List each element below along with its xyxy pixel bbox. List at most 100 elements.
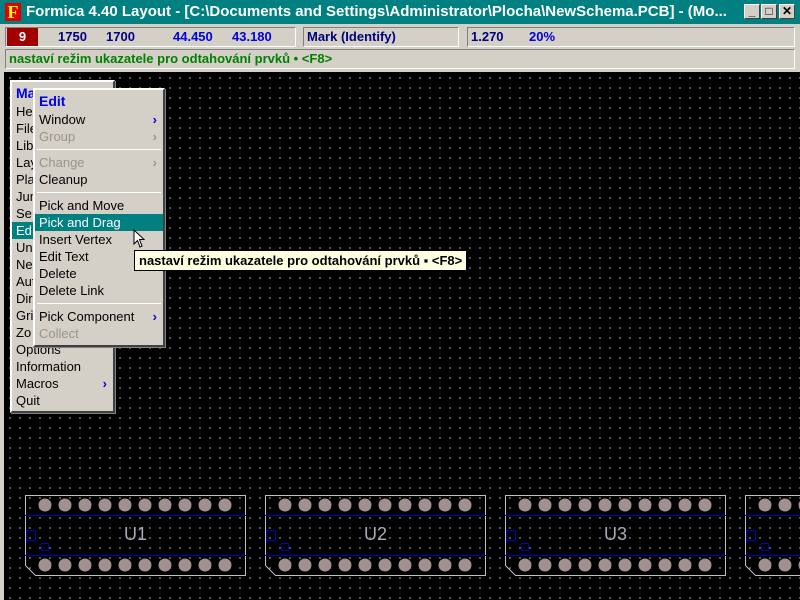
pad	[438, 558, 452, 572]
pad	[618, 558, 632, 572]
pad	[298, 558, 312, 572]
edit-menu-item[interactable]: Pick and Move	[35, 197, 163, 214]
component-u1[interactable]: U1	[25, 495, 246, 576]
edit-menu-item[interactable]: Cleanup	[35, 171, 163, 188]
pad	[678, 558, 692, 572]
pad	[38, 558, 52, 572]
pad	[38, 498, 52, 512]
main-menu-item[interactable]: Macros ›	[12, 375, 113, 392]
pad	[358, 498, 372, 512]
pad	[658, 498, 672, 512]
menu-item-label: Change	[39, 155, 85, 170]
pad	[578, 558, 592, 572]
edit-menu-item: Collect	[35, 325, 163, 342]
pad	[158, 498, 172, 512]
component-u2[interactable]: U2	[265, 495, 486, 576]
component-u4[interactable]: U4	[745, 495, 800, 576]
pad	[218, 498, 232, 512]
edit-menu-item: Change ›	[35, 154, 163, 171]
pad	[558, 498, 572, 512]
mode-panel: Mark (Identify)	[303, 27, 459, 47]
pad	[418, 558, 432, 572]
pad	[278, 498, 292, 512]
menu-separator	[37, 192, 161, 193]
pad	[638, 498, 652, 512]
pad	[98, 558, 112, 572]
close-icon[interactable]: ✕	[779, 4, 795, 19]
pad	[658, 558, 672, 572]
pad	[298, 498, 312, 512]
pad	[398, 498, 412, 512]
edit-menu-item: Group ›	[35, 128, 163, 145]
mouse-cursor-icon	[133, 229, 146, 248]
menu-item-label: Collect	[39, 326, 79, 341]
component-label: U1	[123, 524, 147, 544]
y-coordinate: 43.180	[232, 29, 272, 44]
menu-item-label: Cleanup	[39, 172, 88, 187]
pad	[758, 558, 772, 572]
pad	[158, 558, 172, 572]
menu-item-label: Group	[39, 129, 76, 144]
chevron-right-icon: ›	[152, 155, 157, 170]
coordinates-panel: 9 1750 1700 44.450 43.180	[5, 27, 296, 47]
pad	[758, 498, 772, 512]
pad	[198, 498, 212, 512]
pad	[458, 498, 472, 512]
pad	[518, 558, 532, 572]
edit-menu: Edit Window › Group › Change › Cleanup Pick and…	[33, 88, 165, 347]
pad	[78, 498, 92, 512]
menu-item-label: Delete Link	[39, 283, 105, 298]
chevron-right-icon: ›	[152, 129, 157, 144]
pad	[138, 558, 152, 572]
menu-separator	[37, 149, 161, 150]
component-label: U4	[745, 524, 800, 545]
pad	[78, 558, 92, 572]
grid-step: 1.270	[471, 29, 504, 44]
main-menu-item[interactable]: Information	[12, 358, 113, 375]
window-title: Formica 4.40 Layout - [C:\Documents and …	[26, 3, 727, 20]
hint-bar: nastaví režim ukazatele pro odtahování p…	[5, 49, 795, 69]
title-bar: F Formica 4.40 Layout - [C:\Documents an…	[0, 0, 800, 24]
edit-menu-title: Edit	[39, 93, 66, 109]
app-logo-icon: F	[5, 3, 21, 21]
menu-separator	[37, 303, 161, 304]
pad	[698, 558, 712, 572]
pad	[378, 558, 392, 572]
edit-menu-item[interactable]: Window ›	[35, 111, 163, 128]
edit-menu-item[interactable]: Delete Link	[35, 282, 163, 299]
pad	[418, 498, 432, 512]
y-grid-value: 1700	[106, 29, 135, 44]
tooltip: nastaví režim ukazatele pro odtahování p…	[134, 250, 468, 271]
pad	[618, 498, 632, 512]
pad	[58, 498, 72, 512]
component-label: U2	[363, 524, 387, 544]
pad	[538, 498, 552, 512]
pad	[58, 558, 72, 572]
maximize-icon[interactable]: □	[761, 4, 777, 19]
minimize-icon[interactable]: _	[744, 4, 760, 19]
edit-menu-item[interactable]: Pick Component ›	[35, 308, 163, 325]
main-menu-item[interactable]: Quit	[12, 392, 113, 409]
menu-item-label: Edit Text	[39, 249, 89, 264]
pad	[398, 558, 412, 572]
menu-item-label: Pick Component	[39, 309, 135, 324]
pad	[778, 558, 792, 572]
menu-item-label: Insert Vertex	[39, 232, 112, 247]
pad	[458, 558, 472, 572]
x-coordinate: 44.450	[173, 29, 213, 44]
pad	[98, 498, 112, 512]
menu-item-label: Pick and Move	[39, 198, 125, 213]
menu-item-label: Window	[39, 112, 86, 127]
pad	[218, 558, 232, 572]
pad	[338, 558, 352, 572]
pad	[598, 558, 612, 572]
pad	[138, 498, 152, 512]
chevron-right-icon: ›	[152, 112, 157, 127]
pad	[358, 558, 372, 572]
pad	[178, 558, 192, 572]
component-u3[interactable]: U3	[505, 495, 726, 576]
pad	[198, 558, 212, 572]
component-label: U3	[603, 524, 627, 544]
pad	[438, 498, 452, 512]
pad	[518, 498, 532, 512]
